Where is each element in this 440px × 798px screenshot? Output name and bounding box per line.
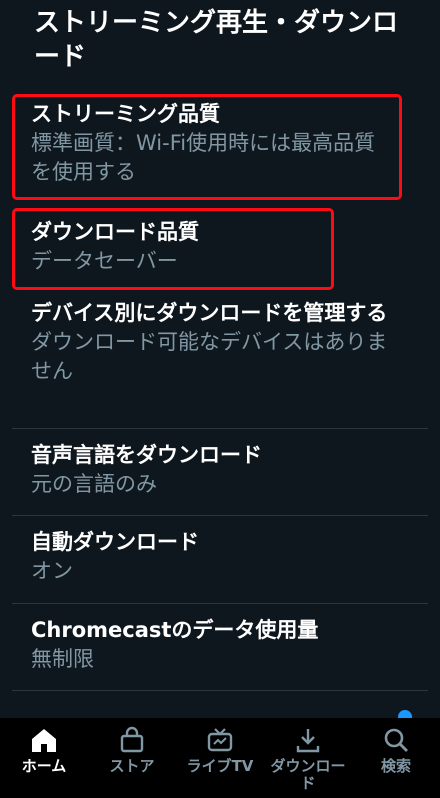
highlight-box-download-quality <box>12 208 334 290</box>
setting-value: ダウンロード可能なデバイスはありません <box>31 330 388 383</box>
nav-label: ホーム <box>21 757 67 775</box>
tv-icon <box>207 728 233 752</box>
download-icon <box>296 729 320 753</box>
home-icon <box>32 729 56 752</box>
setting-value: 元の言語のみ <box>31 472 157 496</box>
setting-label: Chromecastのデータ使用量 <box>31 618 319 642</box>
nav-item-search[interactable]: 検索 <box>352 718 440 798</box>
divider <box>12 428 428 429</box>
setting-download-audio-language[interactable]: 音声言語をダウンロード 元の言語のみ <box>0 441 440 499</box>
setting-label: 音声言語をダウンロード <box>31 443 262 467</box>
nav-item-live-tv[interactable]: ライブTV <box>176 718 264 798</box>
nav-label: 検索 <box>380 757 411 775</box>
nav-label: ライブTV <box>186 757 254 775</box>
search-icon <box>384 728 408 752</box>
nav-item-store[interactable]: ストア <box>88 718 176 798</box>
nav-item-home[interactable]: ホーム <box>0 718 88 798</box>
divider <box>12 515 428 516</box>
setting-chromecast-data-usage[interactable]: Chromecastのデータ使用量 無制限 <box>0 616 440 674</box>
setting-value: 無制限 <box>31 647 94 671</box>
bottom-nav: ホーム ストア ライブTV ダウンロード 検索 <box>0 718 440 798</box>
store-bag-icon <box>120 726 144 753</box>
setting-auto-download[interactable]: 自動ダウンロード オン <box>0 528 440 586</box>
nav-label: ダウンロード <box>270 757 346 792</box>
highlight-box-streaming-quality <box>12 94 402 200</box>
setting-label: 自動ダウンロード <box>31 530 199 554</box>
nav-item-downloads[interactable]: ダウンロード <box>264 718 352 798</box>
divider <box>12 690 428 691</box>
divider <box>12 603 428 604</box>
setting-label: デバイス別にダウンロードを管理する <box>31 301 388 325</box>
setting-value: オン <box>31 559 73 583</box>
setting-manage-downloads-by-device[interactable]: デバイス別にダウンロードを管理する ダウンロード可能なデバイスはありません <box>0 299 440 386</box>
settings-screen: ストリーミング再生・ダウンロード ストリーミング品質 標準画質：Wi-Fi使用時… <box>0 0 440 798</box>
page-title: ストリーミング再生・ダウンロード <box>34 8 399 72</box>
nav-label: ストア <box>109 757 155 775</box>
